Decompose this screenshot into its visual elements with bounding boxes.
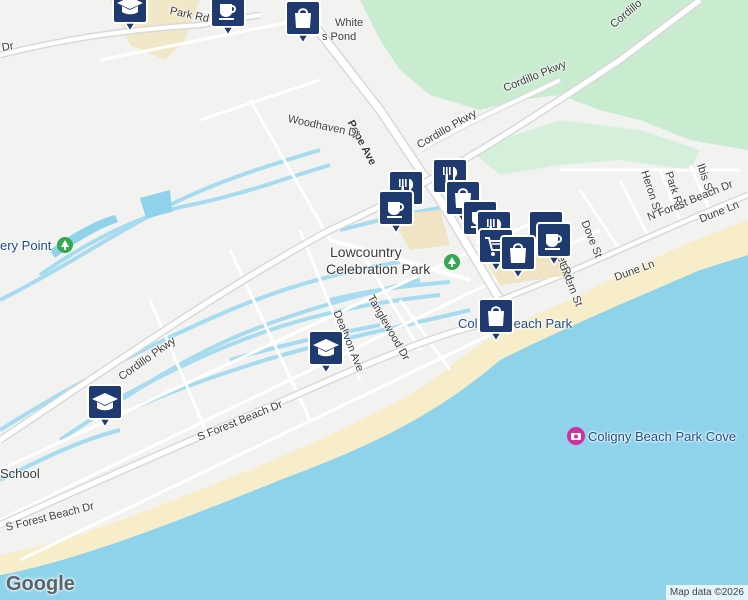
- education-marker[interactable]: [112, 0, 148, 32]
- label-coligny-cove: Coligny Beach Park Cove: [588, 429, 737, 444]
- shopping-marker[interactable]: [308, 330, 344, 374]
- label-white-pond-2: s Pond: [322, 31, 357, 43]
- education-marker[interactable]: [210, 0, 246, 36]
- park-icon[interactable]: [57, 237, 73, 253]
- map-attribution[interactable]: Map data ©2026: [665, 585, 748, 600]
- label-coligny-beach-park: Coligny Beach Park: [458, 316, 573, 331]
- cafe-marker[interactable]: [536, 222, 572, 266]
- label-lowcountry-1: Lowcountry: [330, 244, 402, 260]
- shopping-marker[interactable]: [478, 298, 514, 342]
- graduation-cap-icon: [112, 0, 148, 32]
- education-marker[interactable]: [87, 384, 123, 428]
- graduation-cap-icon: [308, 330, 344, 374]
- grocery-marker[interactable]: [500, 235, 536, 279]
- label-ery-point: ery Point: [0, 238, 52, 253]
- shopping-bag-icon: [478, 298, 514, 342]
- google-logo: Google: [6, 573, 75, 595]
- pond: [140, 190, 172, 218]
- label-dr-top: Dr: [0, 40, 15, 54]
- label-lowcountry-2: Celebration Park: [326, 261, 431, 277]
- coffee-cup-icon: [378, 190, 414, 234]
- restaurant-marker[interactable]: [378, 190, 414, 234]
- camera-icon[interactable]: [567, 427, 585, 445]
- graduation-cap-icon: [87, 384, 123, 428]
- coffee-cup-icon: [536, 222, 572, 266]
- label-school: School: [0, 466, 40, 481]
- cafe-marker[interactable]: [285, 0, 321, 44]
- coffee-cup-icon: [210, 0, 246, 36]
- park-icon[interactable]: [444, 254, 460, 270]
- shopping-bag-icon: [285, 0, 321, 44]
- label-white-pond-1: White: [335, 17, 364, 29]
- shopping-bag-icon: [500, 235, 536, 279]
- map-canvas[interactable]: White s Pond Park Rd Dr Cordillo Pkwy Co…: [0, 0, 748, 600]
